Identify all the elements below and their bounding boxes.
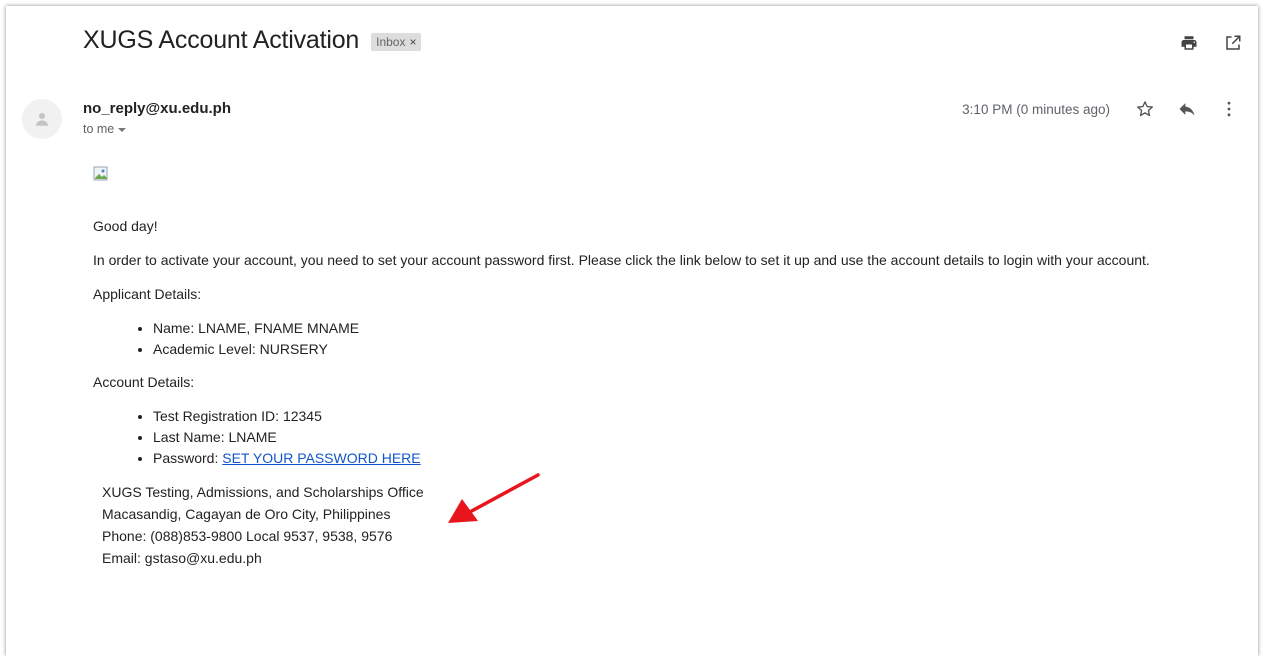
chevron-down-icon xyxy=(118,128,127,132)
signature-line: Macasandig, Cagayan de Oro City, Philipp… xyxy=(102,506,391,522)
signature-line: Phone: (088)853-9800 Local 9537, 9538, 9… xyxy=(102,528,393,544)
set-password-link[interactable]: SET YOUR PASSWORD HERE xyxy=(222,450,420,466)
message-timestamp: 3:10 PM (0 minutes ago) xyxy=(962,101,1110,117)
sender-avatar[interactable] xyxy=(22,99,62,139)
applicant-list: Name: LNAME, FNAME MNAME Academic Level:… xyxy=(93,318,1243,360)
recipient-summary: to me xyxy=(83,122,115,136)
applicant-heading: Applicant Details: xyxy=(93,286,202,302)
message-meta: 3:10 PM (0 minutes ago) xyxy=(962,98,1240,120)
inbox-label-chip[interactable]: Inbox × xyxy=(371,33,422,51)
greeting: Good day! xyxy=(93,218,158,234)
email-subject: XUGS Account Activation xyxy=(83,26,360,54)
list-item: Academic Level: NURSERY xyxy=(153,339,1243,360)
message-actions xyxy=(1134,98,1240,120)
remove-label-button[interactable]: × xyxy=(409,35,416,49)
account-heading: Account Details: xyxy=(93,374,195,390)
star-icon[interactable] xyxy=(1134,98,1156,120)
password-prefix: Password: xyxy=(153,450,223,466)
list-item: Password: SET YOUR PASSWORD HERE xyxy=(153,448,1243,469)
reply-icon[interactable] xyxy=(1176,98,1198,120)
sender-address[interactable]: no_reply@xu.edu.ph xyxy=(83,100,231,117)
intro-paragraph: In order to activate your account, you n… xyxy=(93,252,1150,268)
email-view: XUGS Account Activation Inbox × no_reply… xyxy=(6,6,1258,656)
account-list: Test Registration ID: 12345 Last Name: L… xyxy=(93,406,1243,469)
person-icon xyxy=(36,113,48,126)
more-vert-icon[interactable] xyxy=(1218,98,1240,120)
recipient-details-toggle[interactable]: to me xyxy=(83,122,127,136)
signature-line: Email: gstaso@xu.edu.ph xyxy=(102,550,262,566)
signature: XUGS Testing, Admissions, and Scholarshi… xyxy=(102,481,1243,569)
list-item: Last Name: LNAME xyxy=(153,427,1243,448)
top-toolbar xyxy=(1178,32,1244,54)
open-in-new-window-icon[interactable] xyxy=(1222,32,1244,54)
subject-row: XUGS Account Activation Inbox × xyxy=(83,26,422,55)
list-item: Name: LNAME, FNAME MNAME xyxy=(153,318,1243,339)
message-body: Good day! In order to activate your acco… xyxy=(93,216,1243,569)
signature-line: XUGS Testing, Admissions, and Scholarshi… xyxy=(102,484,424,500)
broken-image-icon xyxy=(93,166,108,181)
list-item: Test Registration ID: 12345 xyxy=(153,406,1243,427)
print-icon[interactable] xyxy=(1178,32,1200,54)
label-text: Inbox xyxy=(376,35,406,49)
